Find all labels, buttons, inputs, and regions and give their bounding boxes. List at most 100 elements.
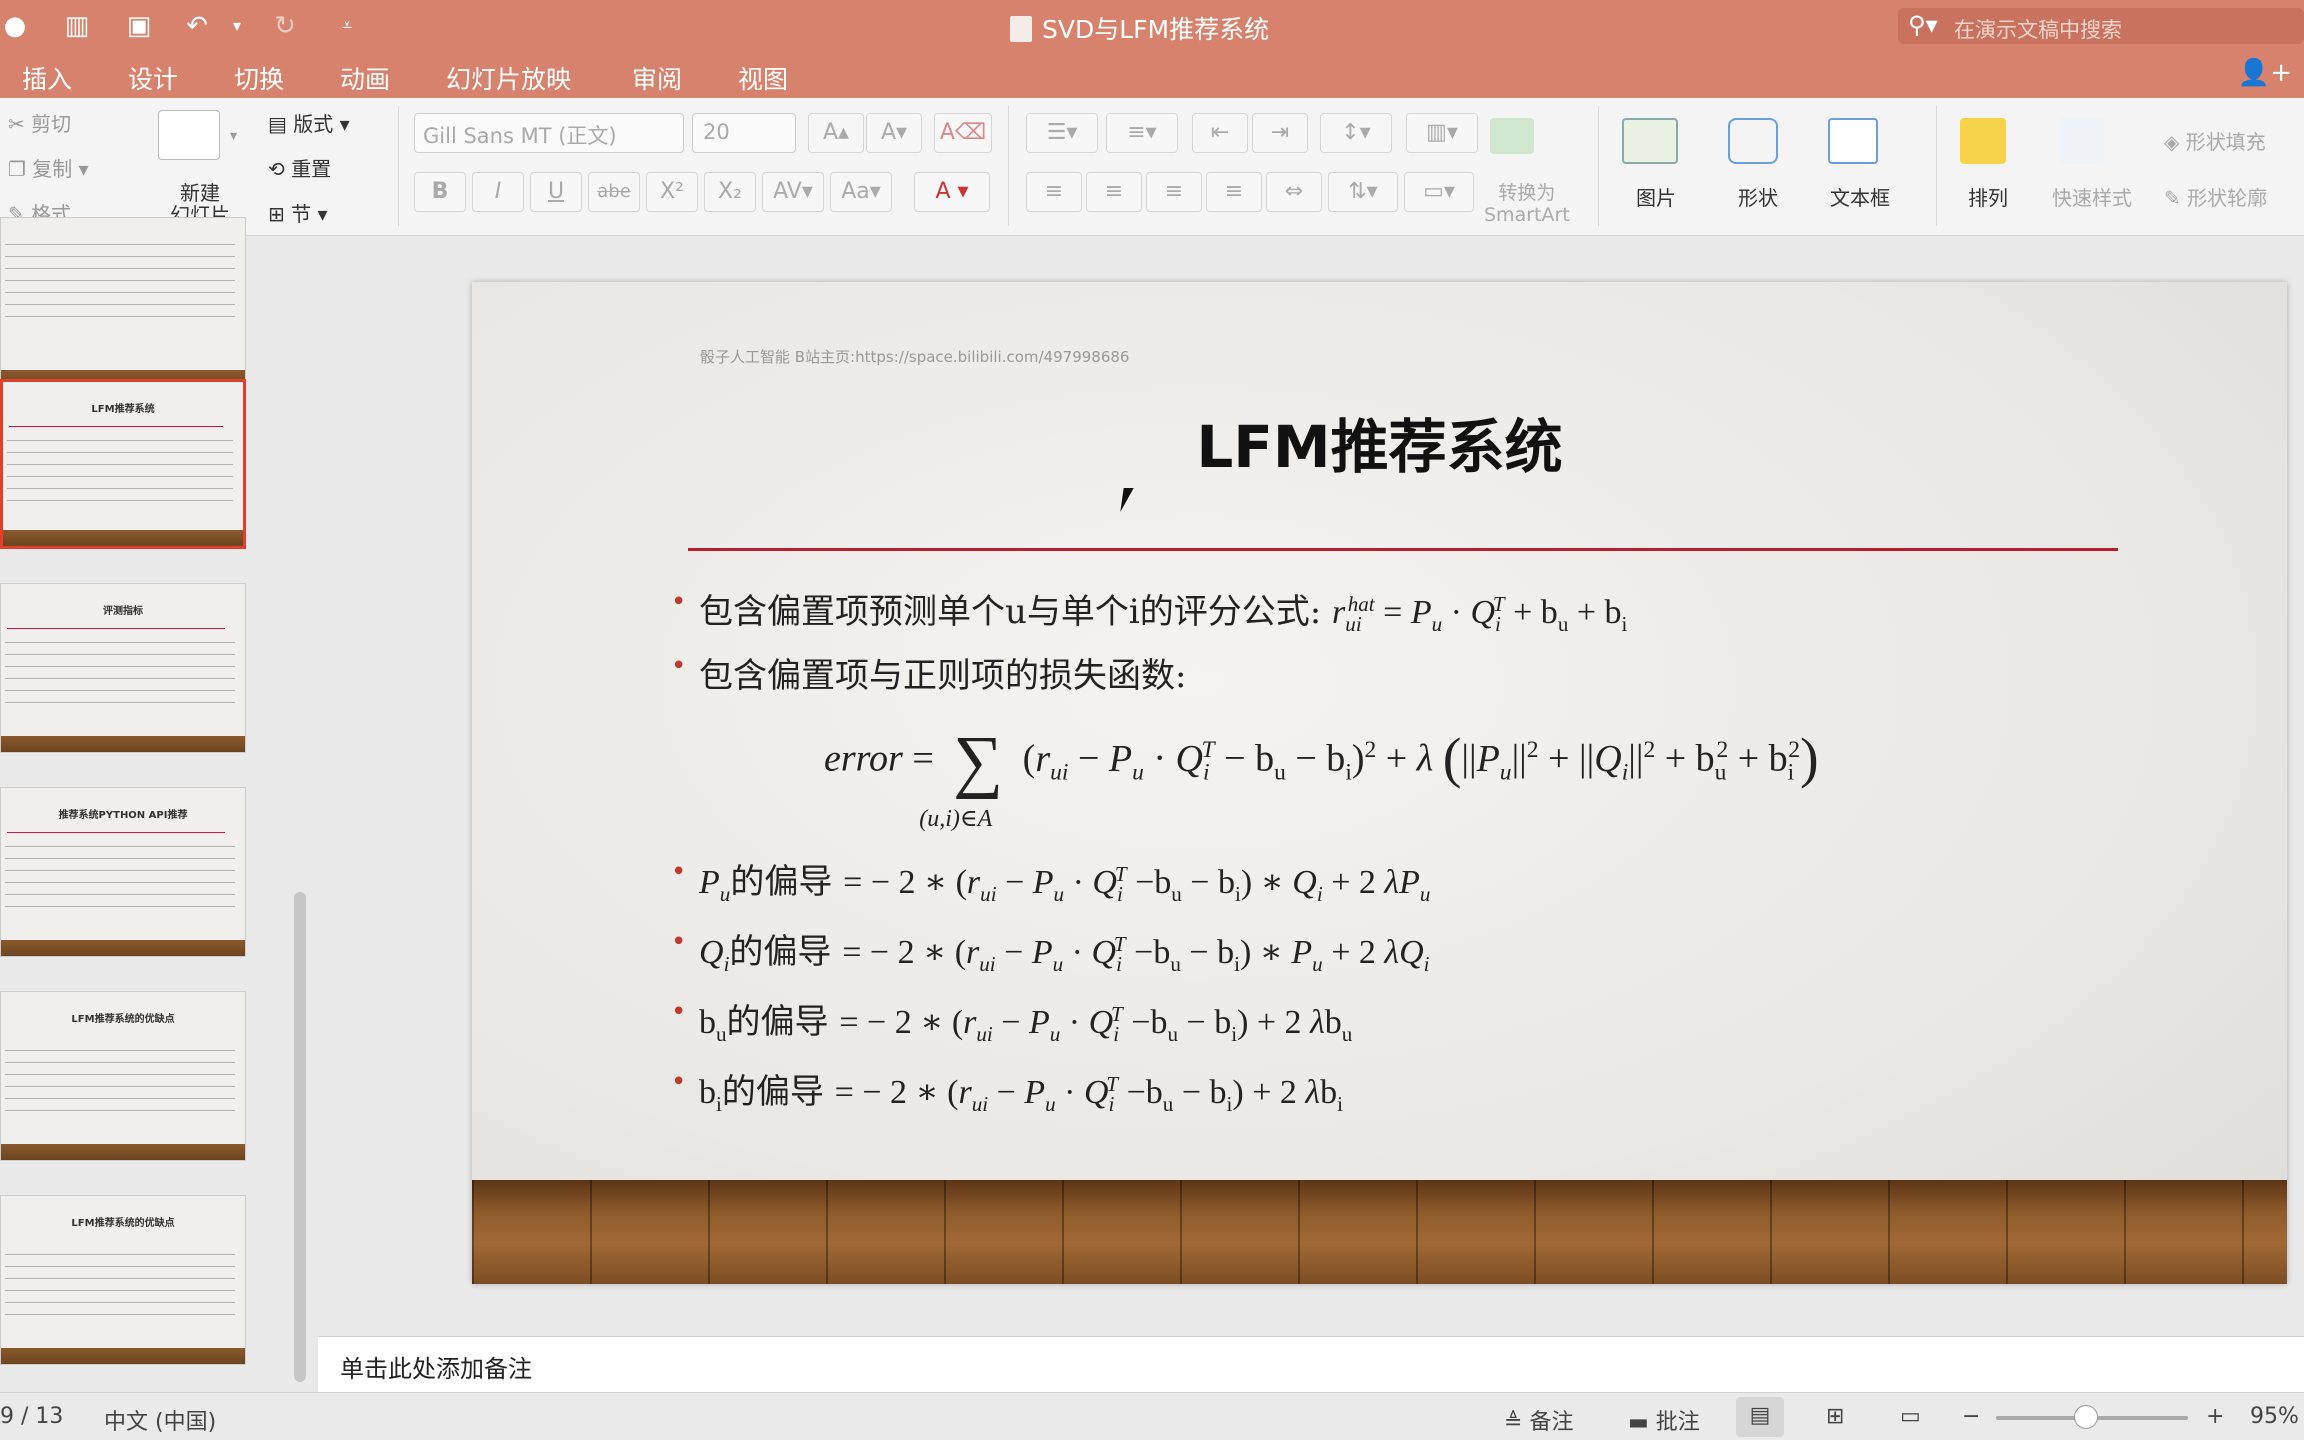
tab-insert[interactable]: 插入	[22, 60, 72, 96]
thumbnail-title: LFM推荐系统	[91, 404, 155, 415]
zoom-slider-handle[interactable]	[2074, 1405, 2098, 1429]
divider	[1598, 106, 1599, 226]
slide-title[interactable]: LFM推荐系统	[472, 400, 2287, 484]
tab-design[interactable]: 设计	[128, 60, 178, 96]
shape-outline-button[interactable]: ✎ 形状轮廓	[2164, 182, 2267, 211]
ribbon: ✂ 剪切 ❐ 复制 ▾ ✎ 格式 ▾ 新建 幻灯片 ▤ 版式 ▾ ⟲ 重置 ⊞ …	[0, 98, 2304, 236]
zoom-level[interactable]: 95%	[2250, 1404, 2299, 1429]
slide-thumbnail-13[interactable]: LFM推荐系统的优缺点	[0, 1195, 246, 1365]
slide-thumbnail-12[interactable]: LFM推荐系统的优缺点	[0, 991, 246, 1161]
slide-sorter-icon[interactable]: ⊞	[1826, 1404, 1844, 1429]
picture-icon[interactable]	[1622, 118, 1678, 164]
slide-canvas[interactable]: 骰子人工智能 B站主页:https://space.bilibili.com/4…	[472, 282, 2287, 1284]
distribute-button[interactable]: ⇔	[1266, 172, 1322, 212]
numbering-button[interactable]: ≡▾	[1106, 113, 1178, 153]
thumbnails-scrollbar[interactable]	[294, 892, 306, 1382]
reset-button[interactable]: ⟲ 重置	[268, 153, 331, 182]
change-case-button[interactable]: Aa▾	[830, 172, 892, 212]
thumbnail-title: 推荐系统PYTHON API推荐	[58, 810, 188, 821]
shape-icon[interactable]	[1728, 118, 1778, 164]
tab-animations[interactable]: 动画	[340, 60, 390, 96]
align-left-button[interactable]: ≡	[1026, 172, 1082, 212]
quick-styles-icon[interactable]	[2058, 118, 2104, 164]
search-input[interactable]: ⚲▾ 在演示文稿中搜索	[1898, 8, 2304, 44]
copy-button[interactable]: ❐ 复制 ▾	[8, 153, 89, 182]
bold-button[interactable]: B	[414, 172, 466, 212]
strikethrough-button[interactable]: abe	[588, 172, 640, 212]
new-slide-dropdown-icon[interactable]: ▾	[230, 128, 237, 144]
comments-toggle-button[interactable]: ▬ 批注	[1628, 1404, 1700, 1436]
zoom-in-icon[interactable]: +	[2206, 1404, 2224, 1429]
bullets-button[interactable]: ☰▾	[1026, 113, 1098, 153]
bullet-bu-derivative[interactable]: bu的偏导 = − 2 ∗ (rui − Pu · QiT −bu − bi) …	[671, 994, 1352, 1044]
font-color-button[interactable]: A ▾	[914, 172, 990, 212]
tab-view[interactable]: 视图	[738, 60, 788, 96]
watermark-text: 骰子人工智能 B站主页:https://space.bilibili.com/4…	[700, 348, 1130, 366]
shape-fill-button[interactable]: ◈ 形状填充	[2164, 126, 2266, 155]
underline-button[interactable]: U	[530, 172, 582, 212]
subscript-button[interactable]: X₂	[704, 172, 756, 212]
notes-toggle-button[interactable]: ≜ 备注	[1504, 1404, 1573, 1436]
text-direction-button[interactable]: ⇅▾	[1328, 172, 1398, 212]
layout-button[interactable]: ▤ 版式 ▾	[268, 108, 350, 137]
slide-thumbnail-10[interactable]: 评测指标	[0, 583, 246, 753]
decrease-indent-button[interactable]: ⇤	[1192, 113, 1248, 153]
convert-smartart-label[interactable]: 转换为 SmartArt	[1484, 182, 1570, 226]
bullet-prediction-formula[interactable]: 包含偏置项预测单个u与单个i的评分公式: ruihat = Pu · QiT +…	[671, 584, 1627, 634]
slide-thumbnail-9[interactable]: LFM推荐系统	[0, 379, 246, 549]
align-right-button[interactable]: ≡	[1146, 172, 1202, 212]
save-icon[interactable]: ▣	[124, 12, 154, 40]
decrease-font-button[interactable]: A▾	[866, 113, 922, 153]
tab-review[interactable]: 审阅	[632, 60, 682, 96]
undo-dropdown-icon[interactable]: ▾	[222, 12, 252, 40]
customize-toolbar-icon[interactable]: ⩡	[332, 12, 362, 40]
tab-slideshow[interactable]: 幻灯片放映	[446, 60, 571, 96]
language-indicator[interactable]: 中文 (中国)	[104, 1404, 216, 1436]
arrange-label[interactable]: 排列	[1968, 182, 2008, 211]
increase-font-button[interactable]: A▴	[808, 113, 864, 153]
textbox-icon[interactable]	[1828, 118, 1878, 164]
reading-view-icon[interactable]: ▭	[1900, 1404, 1921, 1429]
zoom-out-icon[interactable]: −	[1962, 1404, 1980, 1429]
font-size-select[interactable]: 20	[692, 113, 796, 153]
tab-transitions[interactable]: 切换	[234, 60, 284, 96]
clear-formatting-icon[interactable]: A⌫	[934, 113, 992, 153]
undo-icon[interactable]: ↶	[182, 12, 212, 40]
layout-label: 版式	[293, 112, 334, 136]
divider	[398, 106, 399, 226]
superscript-button[interactable]: X²	[646, 172, 698, 212]
normal-view-icon[interactable]: ▤	[1736, 1397, 1784, 1437]
shape-label[interactable]: 形状	[1738, 182, 1778, 211]
notes-pane[interactable]: 单击此处添加备注	[318, 1336, 2304, 1392]
increase-indent-button[interactable]: ⇥	[1252, 113, 1308, 153]
columns-button[interactable]: ▥▾	[1406, 113, 1478, 153]
bullet-loss-function[interactable]: 包含偏置项与正则项的损失函数:	[671, 648, 1186, 697]
align-center-button[interactable]: ≡	[1086, 172, 1142, 212]
smartart-icon[interactable]	[1490, 118, 1534, 154]
textbox-label[interactable]: 文本框	[1830, 182, 1890, 211]
font-name-select[interactable]: Gill Sans MT (正文)	[414, 113, 684, 153]
new-slide-icon[interactable]	[158, 110, 220, 160]
cut-button[interactable]: ✂ 剪切	[8, 108, 71, 137]
quick-styles-label[interactable]: 快速样式	[2052, 182, 2132, 211]
sidebar-toggle-icon[interactable]: ▥	[62, 12, 92, 40]
section-button[interactable]: ⊞ 节 ▾	[268, 198, 328, 227]
character-spacing-button[interactable]: AV▾	[762, 172, 824, 212]
bullet-qi-derivative[interactable]: Qi的偏导 = − 2 ∗ (rui − Pu · QiT −bu − bi) …	[671, 924, 1430, 974]
bullet-pu-derivative[interactable]: Pu的偏导 = − 2 ∗ (rui − Pu · QiT −bu − bi) …	[671, 854, 1430, 904]
status-bar: 9 / 13 中文 (中国) ≜ 备注 ▬ 批注 ▤ ⊞ ▭ − + 95%	[0, 1392, 2304, 1440]
thumbnail-title: LFM推荐系统的优缺点	[71, 1014, 175, 1025]
bullet-bi-derivative[interactable]: bi的偏导 = − 2 ∗ (rui − Pu · QiT −bu − bi) …	[671, 1064, 1343, 1114]
redo-icon[interactable]: ↻	[270, 12, 300, 40]
thumbnail-rule	[9, 426, 223, 427]
picture-label[interactable]: 图片	[1636, 182, 1676, 211]
slide-thumbnail-8[interactable]	[0, 217, 246, 387]
justify-button[interactable]: ≡	[1206, 172, 1262, 212]
align-text-button[interactable]: ▭▾	[1404, 172, 1474, 212]
line-spacing-button[interactable]: ↕▾	[1320, 113, 1392, 153]
italic-button[interactable]: I	[472, 172, 524, 212]
window-control-icon[interactable]: ●	[0, 12, 30, 40]
arrange-icon[interactable]	[1960, 118, 2006, 164]
share-user-icon[interactable]: 👤+	[2238, 58, 2292, 88]
slide-thumbnail-11[interactable]: 推荐系统PYTHON API推荐	[0, 787, 246, 957]
